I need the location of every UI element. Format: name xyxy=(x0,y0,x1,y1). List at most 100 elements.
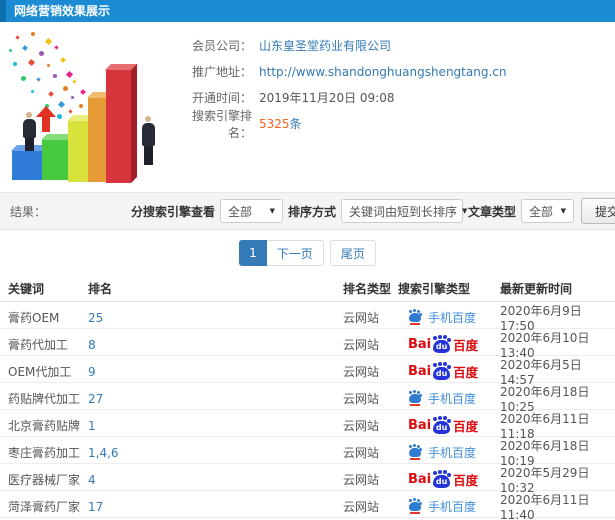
confetti-dot xyxy=(36,77,41,82)
engine-type-cell: Bai du 百度 手机百度 xyxy=(398,444,500,461)
article-type-selected-value: 全部 xyxy=(528,204,553,219)
col-header-updated: 最新更新时间 xyxy=(500,282,573,296)
table-header-row: 关键词 排名 排名类型 搜索引擎类型 最新更新时间 xyxy=(0,276,615,302)
rank-type-cell: 云网站 xyxy=(343,473,380,487)
engine-type-cell: Bai du 百度 手机百度 xyxy=(398,470,500,489)
open-time-label: 开通时间： xyxy=(191,91,252,105)
mobile-baidu-badge: 手机百度 xyxy=(408,444,476,461)
baidu-paw-icon: du xyxy=(432,363,451,380)
rank-link[interactable]: 9 xyxy=(88,365,96,379)
rank-link[interactable]: 27 xyxy=(88,392,103,406)
confetti-dot xyxy=(48,91,54,97)
illustration-bar-blue xyxy=(11,145,50,180)
confetti-dot xyxy=(47,64,50,67)
confetti-dot xyxy=(80,89,86,95)
pagination: 1 下一页 尾页 xyxy=(0,230,615,276)
updated-time-cell: 2020年6月11日 11:40 xyxy=(500,493,590,520)
table-row: 医疗器械厂家 4 云网站 Bai du 百度 手机百度 2020年5月29日 1… xyxy=(0,464,615,495)
rank-link[interactable]: 8 xyxy=(88,338,96,352)
mobile-baidu-paw-icon xyxy=(408,310,422,325)
keyword-cell: 膏药代加工 xyxy=(8,338,69,352)
engine-type-cell: Bai du 百度 手机百度 xyxy=(398,390,500,407)
confetti-dot xyxy=(57,100,66,109)
col-header-rank: 排名 xyxy=(88,282,113,296)
confetti-dot xyxy=(68,109,73,114)
engine-view-label: 分搜索引擎查看 xyxy=(130,204,215,219)
keyword-cell: OEM代加工 xyxy=(8,365,72,379)
illustration-bar-red xyxy=(105,64,138,183)
submit-button[interactable]: 提交 xyxy=(580,198,615,224)
rank-type-cell: 云网站 xyxy=(343,419,380,433)
engine-type-cell: Bai du 百度 手机百度 xyxy=(398,335,500,354)
engine-type-cell: Bai du 百度 手机百度 xyxy=(398,309,500,326)
article-type-select[interactable]: 全部 ▼ xyxy=(520,199,574,223)
baidu-paw-icon: du xyxy=(432,471,451,488)
up-arrow-icon xyxy=(36,106,56,132)
rank-link[interactable]: 1,4,6 xyxy=(88,446,119,460)
info-row-open-time: 开通时间： 2019年11月20日 09:08 xyxy=(170,90,506,105)
rank-type-cell: 云网站 xyxy=(343,500,380,514)
rank-link[interactable]: 25 xyxy=(88,311,103,325)
keyword-cell: 医疗器械厂家 xyxy=(8,473,81,487)
baidu-logo: Bai du 百度 xyxy=(408,363,479,380)
confetti-dot xyxy=(39,51,44,56)
caret-down-icon: ▼ xyxy=(560,207,566,215)
mobile-baidu-badge: 手机百度 xyxy=(408,390,476,407)
baidu-paw-icon: du xyxy=(432,336,451,353)
page-button-current[interactable]: 1 xyxy=(239,240,267,266)
confetti-dot xyxy=(60,57,66,63)
rank-count-value: 5325条 xyxy=(259,117,302,131)
result-label: 结果： xyxy=(10,204,47,219)
confetti-dot xyxy=(31,32,35,36)
page-button-next[interactable]: 下一页 xyxy=(266,240,324,266)
promo-url-label: 推广地址： xyxy=(191,65,252,79)
sort-select[interactable]: 关键词由短到长排序 ▼ xyxy=(340,199,467,223)
page-button-last[interactable]: 尾页 xyxy=(329,240,376,266)
rank-link[interactable]: 1 xyxy=(88,419,96,433)
engine-view-selected-value: 全部 xyxy=(227,204,252,219)
engine-type-cell: Bai du 百度 手机百度 xyxy=(398,498,500,515)
results-table: 关键词 排名 排名类型 搜索引擎类型 最新更新时间 膏药OEM 25 云网站 B… xyxy=(0,276,615,520)
engine-type-cell: Bai du 百度 手机百度 xyxy=(398,362,500,381)
rank-link[interactable]: 4 xyxy=(88,473,96,487)
page-title: 网络营销效果展示 xyxy=(14,4,111,18)
col-header-keyword: 关键词 xyxy=(8,282,45,296)
titlebar: 网络营销效果展示 xyxy=(0,0,615,22)
confetti-dot xyxy=(53,74,57,78)
confetti-dot xyxy=(72,79,77,84)
table-body: 膏药OEM 25 云网站 Bai du 百度 手机百度 2020年6月9日 17… xyxy=(0,302,615,520)
caret-down-icon: ▼ xyxy=(269,207,275,215)
confetti-dot xyxy=(31,90,34,93)
rank-link[interactable]: 17 xyxy=(88,500,103,514)
baidu-logo: Bai du 百度 xyxy=(408,417,479,434)
engine-type-cell: Bai du 百度 手机百度 xyxy=(398,416,500,435)
promo-url-link[interactable]: http://www.shandonghuangshengtang.cn xyxy=(259,65,506,79)
company-link[interactable]: 山东皇圣堂药业有限公司 xyxy=(259,37,391,54)
confetti-dot xyxy=(54,45,59,50)
keyword-cell: 药贴牌代加工 xyxy=(8,392,81,406)
member-summary-section: 会员公司： 山东皇圣堂药业有限公司 推广地址： http://www.shand… xyxy=(0,22,615,192)
businessman-figure-left xyxy=(22,112,36,151)
info-row-company: 会员公司： 山东皇圣堂药业有限公司 xyxy=(170,38,506,53)
rank-type-cell: 云网站 xyxy=(343,365,380,379)
confetti-dot xyxy=(13,62,17,66)
mobile-baidu-badge: 手机百度 xyxy=(408,498,476,515)
keyword-cell: 北京膏药贴牌 xyxy=(8,419,81,433)
rank-type-cell: 云网站 xyxy=(343,338,380,352)
caret-down-icon: ▼ xyxy=(461,207,468,215)
mobile-baidu-paw-icon xyxy=(408,499,422,514)
table-row: 菏泽膏药厂家 17 云网站 Bai du 百度 手机百度 2020年6月11日 … xyxy=(0,491,615,520)
sort-label: 排序方式 xyxy=(287,204,336,219)
table-row: 膏药OEM 25 云网站 Bai du 百度 手机百度 2020年6月9日 17… xyxy=(0,302,615,333)
rank-type-cell: 云网站 xyxy=(343,392,380,406)
businessman-figure-right xyxy=(141,116,155,165)
table-row: 枣庄膏药加工 1,4,6 云网站 Bai du 百度 手机百度 2020年6月1… xyxy=(0,437,615,468)
baidu-logo: Bai du 百度 xyxy=(408,336,479,353)
engine-view-select[interactable]: 全部 ▼ xyxy=(219,199,283,223)
keyword-cell: 膏药OEM xyxy=(8,311,60,325)
titlebar-accent-strip xyxy=(0,0,6,22)
keyword-cell: 枣庄膏药加工 xyxy=(8,446,81,460)
confetti-dot xyxy=(44,37,53,46)
rank-type-cell: 云网站 xyxy=(343,446,380,460)
keyword-cell: 菏泽膏药厂家 xyxy=(8,500,81,514)
